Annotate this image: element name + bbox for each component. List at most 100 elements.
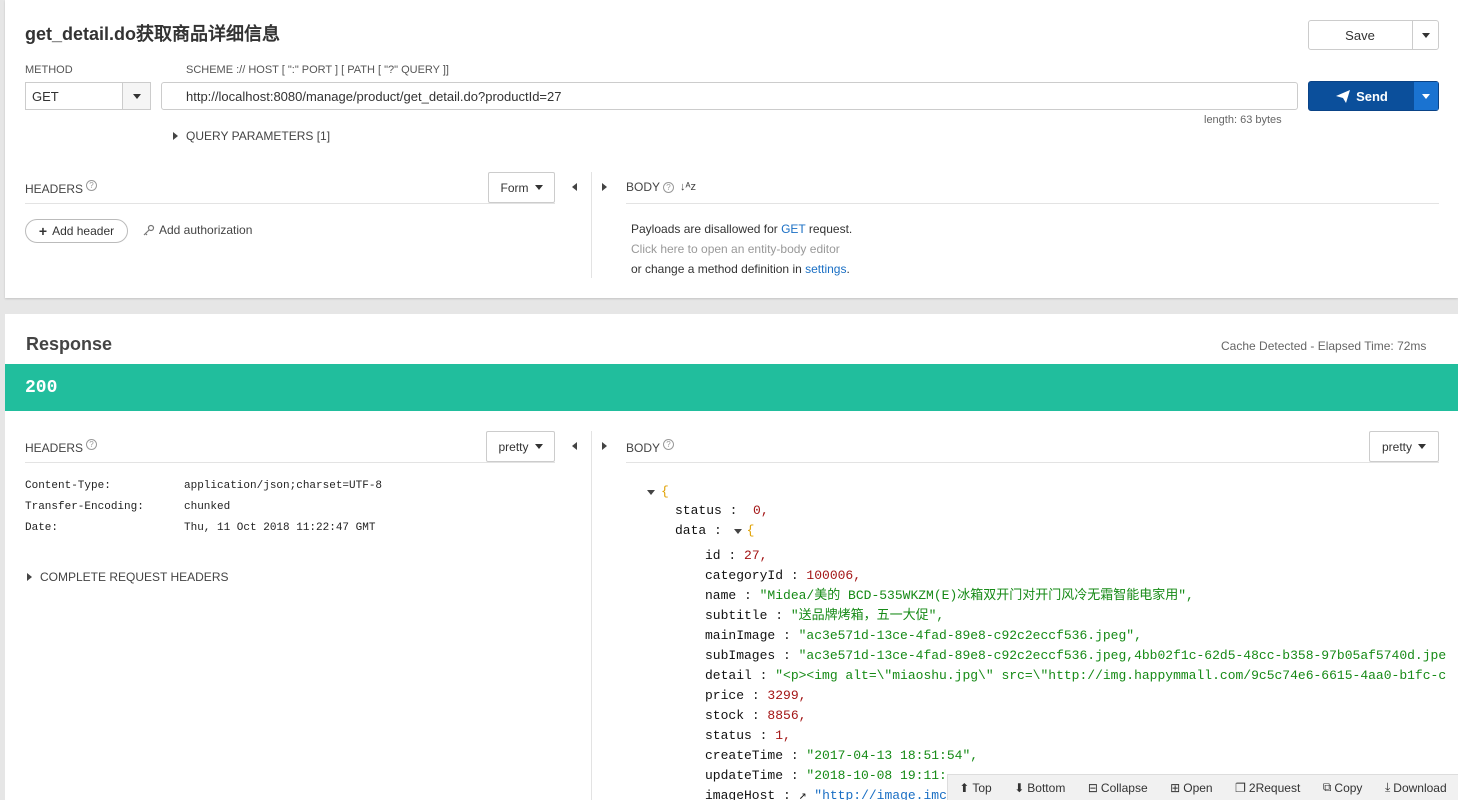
top-button[interactable]: ⬆ Top bbox=[959, 781, 991, 795]
external-link-icon[interactable]: ↗ bbox=[799, 788, 815, 800]
json-field-line: imageHost : ↗ "http://image.imc bbox=[705, 786, 947, 800]
split-divider[interactable] bbox=[591, 172, 592, 278]
length-info: length: 63 bytes bbox=[1204, 114, 1282, 126]
copy-label: Copy bbox=[1334, 780, 1363, 795]
download-icon: ⤓ bbox=[1384, 780, 1391, 794]
settings-link[interactable]: settings bbox=[805, 262, 846, 276]
query-parameters-toggle[interactable]: QUERY PARAMETERS [1] bbox=[173, 129, 330, 143]
json-value: 27, bbox=[744, 548, 768, 563]
copy-button[interactable]: ⧉ Copy bbox=[1323, 780, 1363, 795]
json-field-line: updateTime : "2018-10-08 19:11: bbox=[705, 768, 947, 783]
headers-form-dropdown[interactable]: Form bbox=[488, 172, 555, 203]
payload-text: . bbox=[846, 262, 850, 276]
json-field-line: subImages : "ac3e571d-13ce-4fad-89e8-c92… bbox=[705, 648, 1447, 663]
chevron-down-icon bbox=[534, 185, 543, 190]
collapse-toggle-icon[interactable] bbox=[733, 529, 742, 534]
add-header-label: Add header bbox=[52, 224, 115, 238]
payload-disallowed-text: Payloads are disallowed for GET request. bbox=[631, 222, 852, 236]
json-key: id bbox=[705, 548, 721, 563]
json-value: "Midea/美的 BCD-535WKZM(E)冰箱双开门对开门风冷无霜智能电家… bbox=[759, 588, 1194, 603]
plus-icon: + bbox=[38, 223, 48, 239]
bottom-label: Bottom bbox=[1027, 780, 1066, 795]
json-value: 3299, bbox=[767, 688, 807, 703]
json-field-line: createTime : "2017-04-13 18:51:54", bbox=[705, 748, 979, 763]
json-key: createTime bbox=[705, 748, 784, 763]
json-line: status : 0, bbox=[675, 503, 769, 518]
json-key: updateTime bbox=[705, 768, 784, 783]
request-panel: get_detail.do获取商品详细信息 Save METHOD SCHEME… bbox=[5, 0, 1458, 298]
json-field-line: categoryId : 100006, bbox=[705, 568, 862, 583]
json-value: "送品牌烤箱，五一大促", bbox=[790, 608, 945, 623]
response-panel: Response Cache Detected - Elapsed Time: … bbox=[5, 314, 1458, 800]
headers-section-label: HEADERS? bbox=[25, 180, 98, 196]
json-field-line: mainImage : "ac3e571d-13ce-4fad-89e8-c92… bbox=[705, 628, 1142, 643]
headers-label: HEADERS bbox=[25, 182, 84, 196]
collapse-toggle-icon[interactable] bbox=[647, 490, 655, 495]
send-label: Send bbox=[1356, 88, 1388, 104]
form-label: Form bbox=[500, 180, 529, 195]
method-select[interactable]: GET bbox=[25, 82, 151, 110]
json-value: 1, bbox=[775, 728, 791, 743]
json-key: categoryId bbox=[705, 568, 784, 583]
download-button[interactable]: ⤓ Download bbox=[1385, 780, 1447, 795]
to-request-button[interactable]: ❐ 2Request bbox=[1235, 781, 1300, 795]
json-value: "<p><img alt=\"miaoshu.jpg\" src=\"http:… bbox=[775, 668, 1447, 683]
help-icon[interactable]: ? bbox=[663, 181, 675, 193]
json-field-line: name : "Midea/美的 BCD-535WKZM(E)冰箱双开门对开门风… bbox=[705, 588, 1194, 603]
top-label: Top bbox=[972, 780, 992, 795]
json-field-line: detail : "<p><img alt=\"miaoshu.jpg\" sr… bbox=[705, 668, 1447, 683]
json-value[interactable]: "http://image.imc bbox=[814, 788, 947, 800]
json-key: stock bbox=[705, 708, 745, 723]
help-icon[interactable]: ? bbox=[86, 180, 98, 191]
collapse-left-icon[interactable] bbox=[572, 183, 577, 191]
collapse-label: Collapse bbox=[1100, 780, 1148, 795]
to-request-label: 2Request bbox=[1248, 780, 1301, 795]
send-button[interactable]: Send bbox=[1309, 89, 1415, 104]
send-options-button[interactable] bbox=[1414, 82, 1438, 110]
open-entity-editor-link[interactable]: Click here to open an entity-body editor bbox=[631, 242, 840, 256]
json-key: detail bbox=[705, 668, 752, 683]
url-value: http://localhost:8080/manage/product/get… bbox=[186, 89, 562, 104]
minus-square-icon: ⊟ bbox=[1087, 780, 1098, 795]
save-button[interactable]: Save bbox=[1309, 28, 1411, 43]
open-button[interactable]: ⊞ Open bbox=[1170, 781, 1212, 795]
method-link[interactable]: GET bbox=[781, 222, 805, 236]
chevron-down-icon bbox=[132, 93, 141, 99]
method-definition-text: or change a method definition in setting… bbox=[631, 262, 850, 276]
query-parameters-label: QUERY PARAMETERS [1] bbox=[186, 129, 331, 143]
url-input[interactable]: http://localhost:8080/manage/product/get… bbox=[161, 82, 1298, 110]
collapse-button[interactable]: ⊟ Collapse bbox=[1088, 781, 1148, 795]
sort-icon[interactable]: ↓ᴬz bbox=[680, 181, 696, 193]
add-header-button[interactable]: + Add header bbox=[25, 219, 128, 243]
arrow-down-circle-icon: ⬇ bbox=[1014, 780, 1025, 795]
collapse-right-icon[interactable] bbox=[602, 183, 607, 191]
paper-plane-icon bbox=[1336, 89, 1351, 103]
save-button-group: Save bbox=[1308, 20, 1439, 50]
method-value: GET bbox=[32, 89, 59, 104]
json-key: price bbox=[705, 688, 745, 703]
response-toolbar: ⬆ Top ⬇ Bottom ⊟ Collapse ⊞ Open ❐ 2Request ⧉… bbox=[947, 774, 1458, 800]
json-key: subImages bbox=[705, 648, 776, 663]
json-value: 8856, bbox=[767, 708, 807, 723]
plus-square-icon: ⊞ bbox=[1170, 780, 1181, 795]
json-field-line: price : 3299, bbox=[705, 688, 807, 703]
json-value: "2017-04-13 18:51:54", bbox=[806, 748, 979, 763]
json-value: "ac3e571d-13ce-4fad-89e8-c92c2eccf536.jp… bbox=[798, 628, 1142, 643]
json-field-line: stock : 8856, bbox=[705, 708, 807, 723]
json-brace: { bbox=[746, 523, 755, 538]
json-key: subtitle bbox=[705, 608, 768, 623]
payload-text: or change a method definition in bbox=[631, 262, 806, 276]
chevron-down-icon bbox=[1421, 32, 1430, 38]
key-icon bbox=[143, 224, 155, 236]
add-authorization-link[interactable]: Add authorization bbox=[143, 223, 252, 237]
json-key: status bbox=[705, 728, 752, 743]
json-key: name bbox=[705, 588, 737, 603]
json-value: "2018-10-08 19:11: bbox=[806, 768, 947, 783]
bottom-button[interactable]: ⬇ Bottom bbox=[1014, 781, 1065, 795]
url-label: SCHEME :// HOST [ ":" PORT ] [ PATH [ "?… bbox=[186, 64, 449, 76]
save-options-button[interactable] bbox=[1412, 21, 1438, 49]
copy-icon: ⧉ bbox=[1322, 780, 1332, 794]
payload-text: Payloads are disallowed for bbox=[631, 222, 782, 236]
caret-right-icon bbox=[173, 132, 178, 140]
json-key: status bbox=[675, 503, 722, 518]
